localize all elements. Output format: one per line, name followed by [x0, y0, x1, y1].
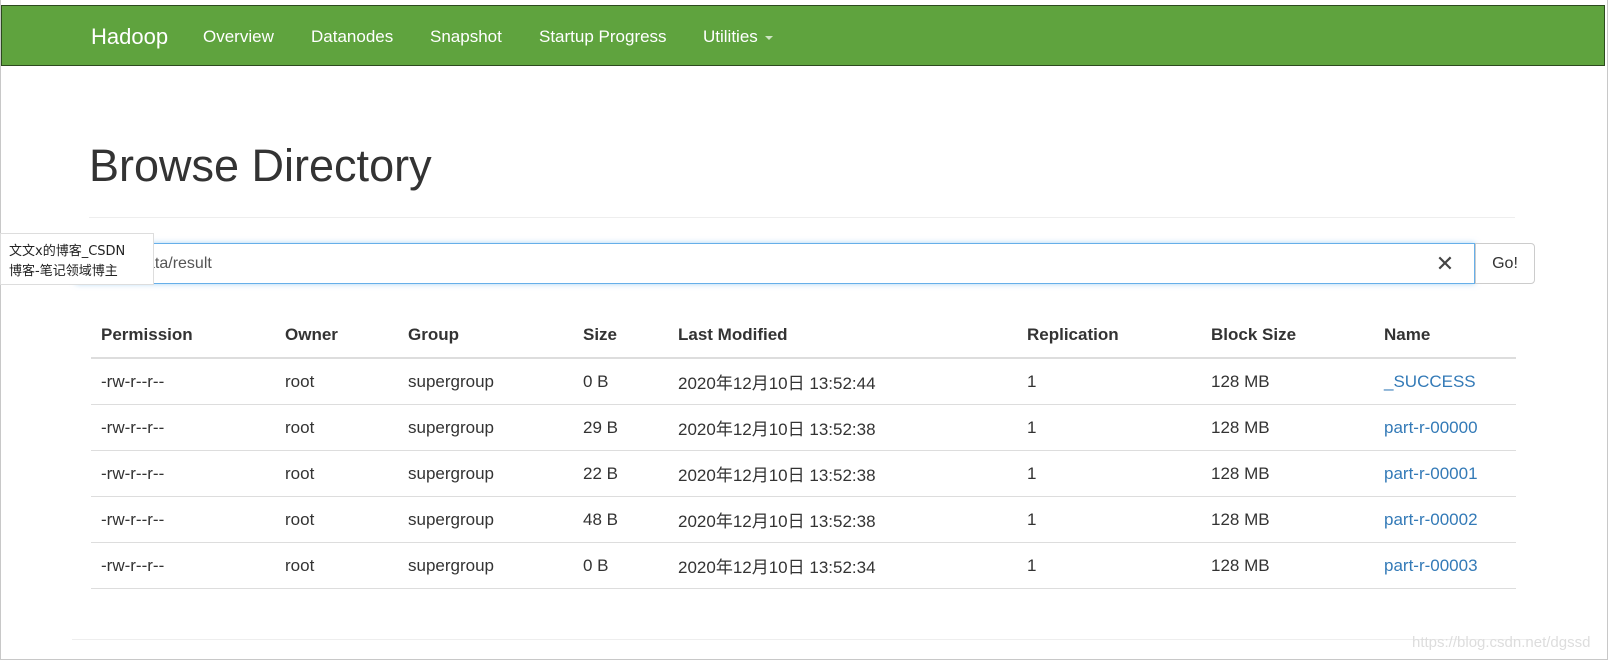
cell-permission: -rw-r--r-- [91, 496, 275, 543]
cell-group: supergroup [398, 496, 573, 543]
header-size[interactable]: Size [573, 313, 668, 359]
nav-startup-progress[interactable]: Startup Progress [539, 6, 667, 67]
cell-last-modified: 2020年12月10日 13:52:44 [668, 358, 1017, 405]
cell-group: supergroup [398, 542, 573, 589]
cell-replication: 1 [1017, 358, 1201, 405]
nav-utilities-dropdown[interactable]: Utilities [703, 6, 773, 67]
header-permission[interactable]: Permission [91, 313, 275, 359]
nav-utilities-label: Utilities [703, 27, 758, 46]
cell-replication: 1 [1017, 404, 1201, 451]
table-header-row: Permission Owner Group Size Last Modifie… [91, 313, 1516, 359]
table-row: -rw-r--r-- root supergroup 22 B 2020年12月… [91, 450, 1516, 497]
header-block-size[interactable]: Block Size [1201, 313, 1374, 359]
cell-permission: -rw-r--r-- [91, 358, 275, 405]
cell-name: part-r-00001 [1374, 450, 1516, 497]
cell-owner: root [275, 542, 398, 589]
directory-table: Permission Owner Group Size Last Modifie… [91, 313, 1516, 589]
blog-tooltip-overlay: 文文x的博客_CSDN 博客-笔记领域博主 [0, 233, 154, 285]
cell-block-size: 128 MB [1201, 542, 1374, 589]
file-link[interactable]: part-r-00003 [1384, 556, 1478, 575]
cell-name: part-r-00003 [1374, 542, 1516, 589]
cell-owner: root [275, 496, 398, 543]
nav-datanodes[interactable]: Datanodes [311, 6, 393, 67]
nav-snapshot[interactable]: Snapshot [430, 6, 502, 67]
cell-permission: -rw-r--r-- [91, 450, 275, 497]
table-row: -rw-r--r-- root supergroup 0 B 2020年12月1… [91, 542, 1516, 589]
file-link[interactable]: part-r-00001 [1384, 464, 1478, 483]
cell-last-modified: 2020年12月10日 13:52:34 [668, 542, 1017, 589]
go-button[interactable]: Go! [1475, 243, 1535, 284]
cell-owner: root [275, 450, 398, 497]
navbar: Hadoop Overview Datanodes Snapshot Start… [1, 5, 1605, 66]
header-owner[interactable]: Owner [275, 313, 398, 359]
cell-owner: root [275, 404, 398, 451]
cell-size: 29 B [573, 404, 668, 451]
brand-link[interactable]: Hadoop [91, 6, 168, 67]
cell-block-size: 128 MB [1201, 358, 1374, 405]
cell-block-size: 128 MB [1201, 496, 1374, 543]
tooltip-line-2: 博客-笔记领域博主 [9, 264, 118, 279]
watermark: https://blog.csdn.net/dgssd [1412, 634, 1591, 651]
file-link[interactable]: _SUCCESS [1384, 372, 1476, 391]
cell-block-size: 128 MB [1201, 404, 1374, 451]
header-replication[interactable]: Replication [1017, 313, 1201, 359]
header-name[interactable]: Name [1374, 313, 1516, 359]
header-group[interactable]: Group [398, 313, 573, 359]
tooltip-line-1: 文文x的博客_CSDN [9, 244, 126, 259]
cell-last-modified: 2020年12月10日 13:52:38 [668, 404, 1017, 451]
file-link[interactable]: part-r-00000 [1384, 418, 1478, 437]
cell-size: 22 B [573, 450, 668, 497]
cell-size: 0 B [573, 358, 668, 405]
cell-name: part-r-00000 [1374, 404, 1516, 451]
close-icon[interactable]: ✕ [1435, 253, 1455, 275]
cell-group: supergroup [398, 358, 573, 405]
cell-last-modified: 2020年12月10日 13:52:38 [668, 450, 1017, 497]
cell-owner: root [275, 358, 398, 405]
table-row: -rw-r--r-- root supergroup 48 B 2020年12月… [91, 496, 1516, 543]
cell-last-modified: 2020年12月10日 13:52:38 [668, 496, 1017, 543]
cell-permission: -rw-r--r-- [91, 542, 275, 589]
directory-path-input[interactable] [75, 243, 1475, 284]
cell-group: supergroup [398, 404, 573, 451]
footer-divider [72, 639, 1532, 640]
cell-permission: -rw-r--r-- [91, 404, 275, 451]
cell-replication: 1 [1017, 542, 1201, 589]
page-title: Browse Directory [89, 140, 432, 191]
cell-block-size: 128 MB [1201, 450, 1374, 497]
cell-size: 48 B [573, 496, 668, 543]
cell-name: _SUCCESS [1374, 358, 1516, 405]
nav-overview[interactable]: Overview [203, 6, 274, 67]
title-divider [89, 217, 1515, 218]
cell-replication: 1 [1017, 450, 1201, 497]
cell-group: supergroup [398, 450, 573, 497]
table-row: -rw-r--r-- root supergroup 0 B 2020年12月1… [91, 358, 1516, 405]
cell-name: part-r-00002 [1374, 496, 1516, 543]
cell-size: 0 B [573, 542, 668, 589]
file-link[interactable]: part-r-00002 [1384, 510, 1478, 529]
table-row: -rw-r--r-- root supergroup 29 B 2020年12月… [91, 404, 1516, 451]
caret-down-icon [764, 35, 773, 40]
cell-replication: 1 [1017, 496, 1201, 543]
header-last-modified[interactable]: Last Modified [668, 313, 1017, 359]
